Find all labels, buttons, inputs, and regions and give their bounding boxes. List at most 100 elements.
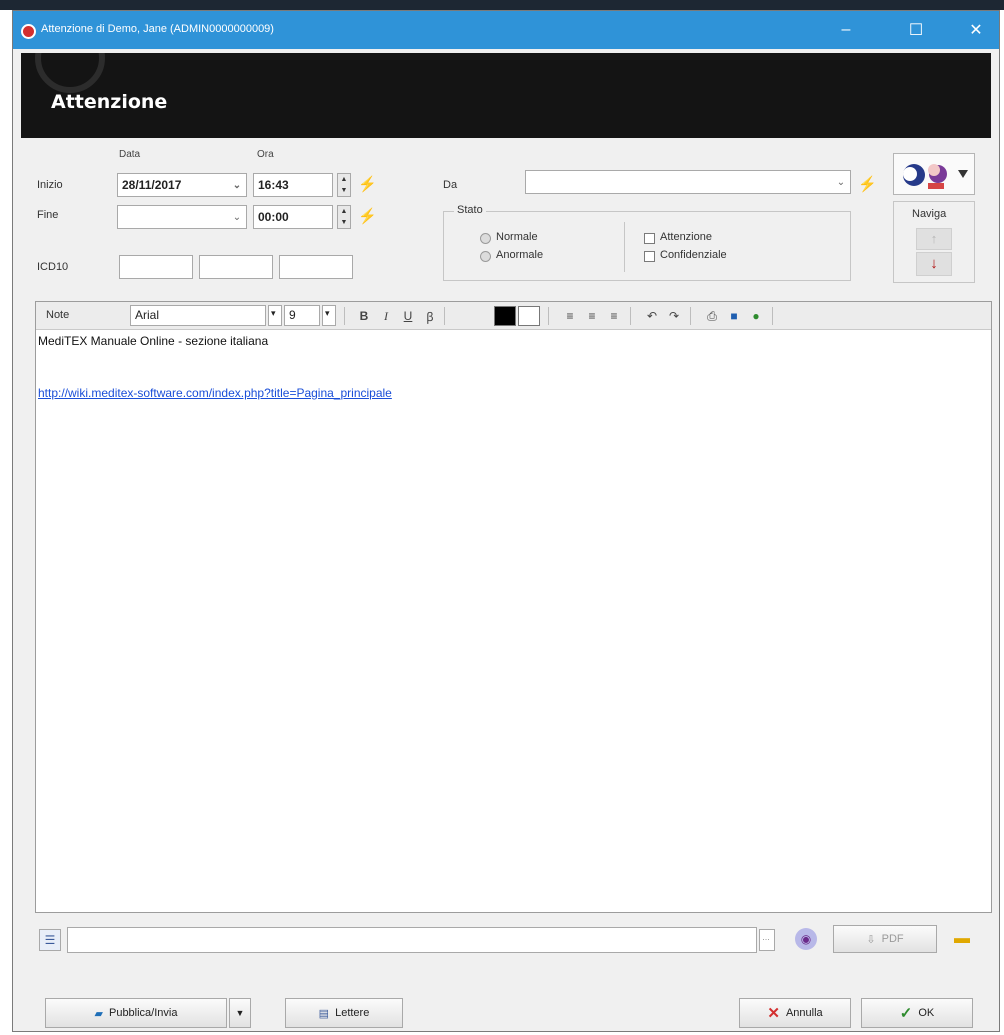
align-left-icon[interactable]: ≡ [560,306,580,326]
dialog-window: Attenzione di Demo, Jane (ADMIN000000000… [12,10,1000,1032]
page-title: Attenzione [51,91,168,113]
bold-button[interactable]: B [354,306,374,326]
checkbox-attenzione[interactable] [644,233,655,244]
outlook-icon[interactable]: ■ [724,306,744,326]
ellipsis-button[interactable]: … [759,929,775,951]
globe-icon[interactable]: ● [746,306,766,326]
radio-normale[interactable] [480,233,491,244]
icd10-field-1[interactable] [119,255,193,279]
fine-label: Fine [37,209,59,221]
inizio-date-field[interactable]: 28/11/2017 ⌄ [117,173,247,197]
chevron-down-icon[interactable]: ▾ [268,305,282,326]
chevron-down-icon[interactable]: ⌄ [832,171,850,193]
folder-icon[interactable]: ▬ [949,925,975,953]
close-icon[interactable]: ✕ [953,11,999,49]
chevron-down-icon[interactable]: ⌄ [228,174,246,196]
normale-label: Normale [496,231,538,243]
chevron-down-icon: ▼ [235,1008,245,1018]
pubblica-dropdown-button[interactable]: ▼ [229,998,251,1028]
undo-icon[interactable]: ↶ [642,306,662,326]
fine-date-field[interactable]: ⌄ [117,205,247,229]
arrow-down-icon[interactable]: ↓ [916,252,952,276]
lettere-label: Lettere [335,1007,370,1019]
publish-icon: ▰ [94,1007,103,1020]
patient-picker-button[interactable] [893,153,975,195]
toolbar-separator [548,307,549,325]
annulla-button[interactable]: ✕ Annulla [739,998,851,1028]
patient-group-icon [903,164,968,189]
toolbar-separator [772,307,773,325]
chevron-down-icon[interactable]: ▾ [322,305,336,326]
toolbar-separator [690,307,691,325]
title-bar[interactable]: Attenzione di Demo, Jane (ADMIN000000000… [13,11,999,49]
top-strip [0,0,1004,10]
toolbar-separator [344,307,345,325]
font-select[interactable]: Arial [130,305,266,326]
text-color-button[interactable] [494,306,516,326]
pdf-label: PDF [881,933,904,945]
lightning-icon[interactable]: ⚡ [358,207,377,225]
anormale-label: Anormale [496,249,544,261]
da-field[interactable]: ⌄ [525,170,851,194]
attenzione-label: Attenzione [660,231,712,243]
lightning-icon[interactable]: ⚡ [358,175,377,193]
scan-icon[interactable]: ◉ [795,928,817,950]
radio-anormale[interactable] [480,251,491,262]
path-input[interactable] [67,927,757,953]
lightning-icon[interactable]: ⚡ [858,175,877,193]
fine-time-field[interactable]: 00:00 [253,205,333,229]
icd10-label: ICD10 [37,261,69,273]
arrow-up-icon[interactable]: ↑ [916,228,952,250]
annulla-label: Annulla [785,1007,823,1019]
checkbox-confidenziale[interactable] [644,251,655,262]
icd10-field-3[interactable] [279,255,353,279]
venus-symbol-icon [35,53,105,93]
window-title: Attenzione di Demo, Jane (ADMIN000000000… [41,23,274,35]
pubblica-invia-button[interactable]: ▰ Pubblica/Invia [45,998,227,1028]
strikethrough-icon[interactable]: ꞵ [420,306,440,326]
fine-time-spinner[interactable]: ▲ ▼ [337,205,351,229]
pdf-icon: ⇩ [866,933,876,946]
italic-button[interactable]: I [376,306,396,326]
col-label-ora: Ora [257,149,274,160]
minimize-icon[interactable]: – [823,11,869,49]
note-text-line: MediTEX Manuale Online - sezione italian… [38,334,269,348]
naviga-box: Naviga ↑ ↓ [893,201,975,283]
pubblica-label: Pubblica/Invia [108,1007,178,1019]
check-icon: ✓ [899,1005,913,1022]
app-icon [21,24,36,39]
inizio-label: Inizio [37,179,63,191]
lettere-button[interactable]: ▤ Lettere [285,998,403,1028]
format-toolbar: Note Arial ▾ 9 ▾ B I U ꞵ ≡ ≡ ≡ ↶ ↷ ⎙ ■ ● [36,302,991,330]
confidenziale-label: Confidenziale [660,249,727,261]
inizio-time-field[interactable]: 16:43 [253,173,333,197]
letter-icon: ▤ [318,1007,330,1020]
toolbar-separator [630,307,631,325]
da-label: Da [443,179,458,191]
note-link[interactable]: http://wiki.meditex-software.com/index.p… [38,386,392,400]
note-label: Note [46,309,70,321]
align-center-icon[interactable]: ≡ [582,306,602,326]
stato-groupbox: Stato Normale Anormale Attenzione Confid… [443,204,851,281]
redo-icon[interactable]: ↷ [664,306,684,326]
print-icon[interactable]: ⎙ [702,306,722,326]
inizio-date-value: 28/11/2017 [122,178,182,192]
underline-button[interactable]: U [398,306,418,326]
notes-editor[interactable]: Note Arial ▾ 9 ▾ B I U ꞵ ≡ ≡ ≡ ↶ ↷ ⎙ ■ ● [35,301,992,913]
icd10-field-2[interactable] [199,255,273,279]
stato-divider [624,222,625,272]
size-select[interactable]: 9 [284,305,320,326]
pdf-button[interactable]: ⇩ PDF [833,925,937,953]
background-color-button[interactable] [518,306,540,326]
inizio-time-spinner[interactable]: ▲ ▼ [337,173,351,197]
align-right-icon[interactable]: ≡ [604,306,624,326]
ok-button[interactable]: ✓ OK [861,998,973,1028]
stato-legend: Stato [454,204,486,216]
ok-label: OK [918,1007,935,1019]
header-band: Attenzione [21,53,991,138]
document-icon[interactable]: ☰ [39,929,61,951]
toolbar-separator [444,307,445,325]
cancel-x-icon: ✕ [767,1005,780,1022]
chevron-down-icon[interactable]: ⌄ [228,206,246,228]
maximize-icon[interactable]: ☐ [893,11,939,49]
